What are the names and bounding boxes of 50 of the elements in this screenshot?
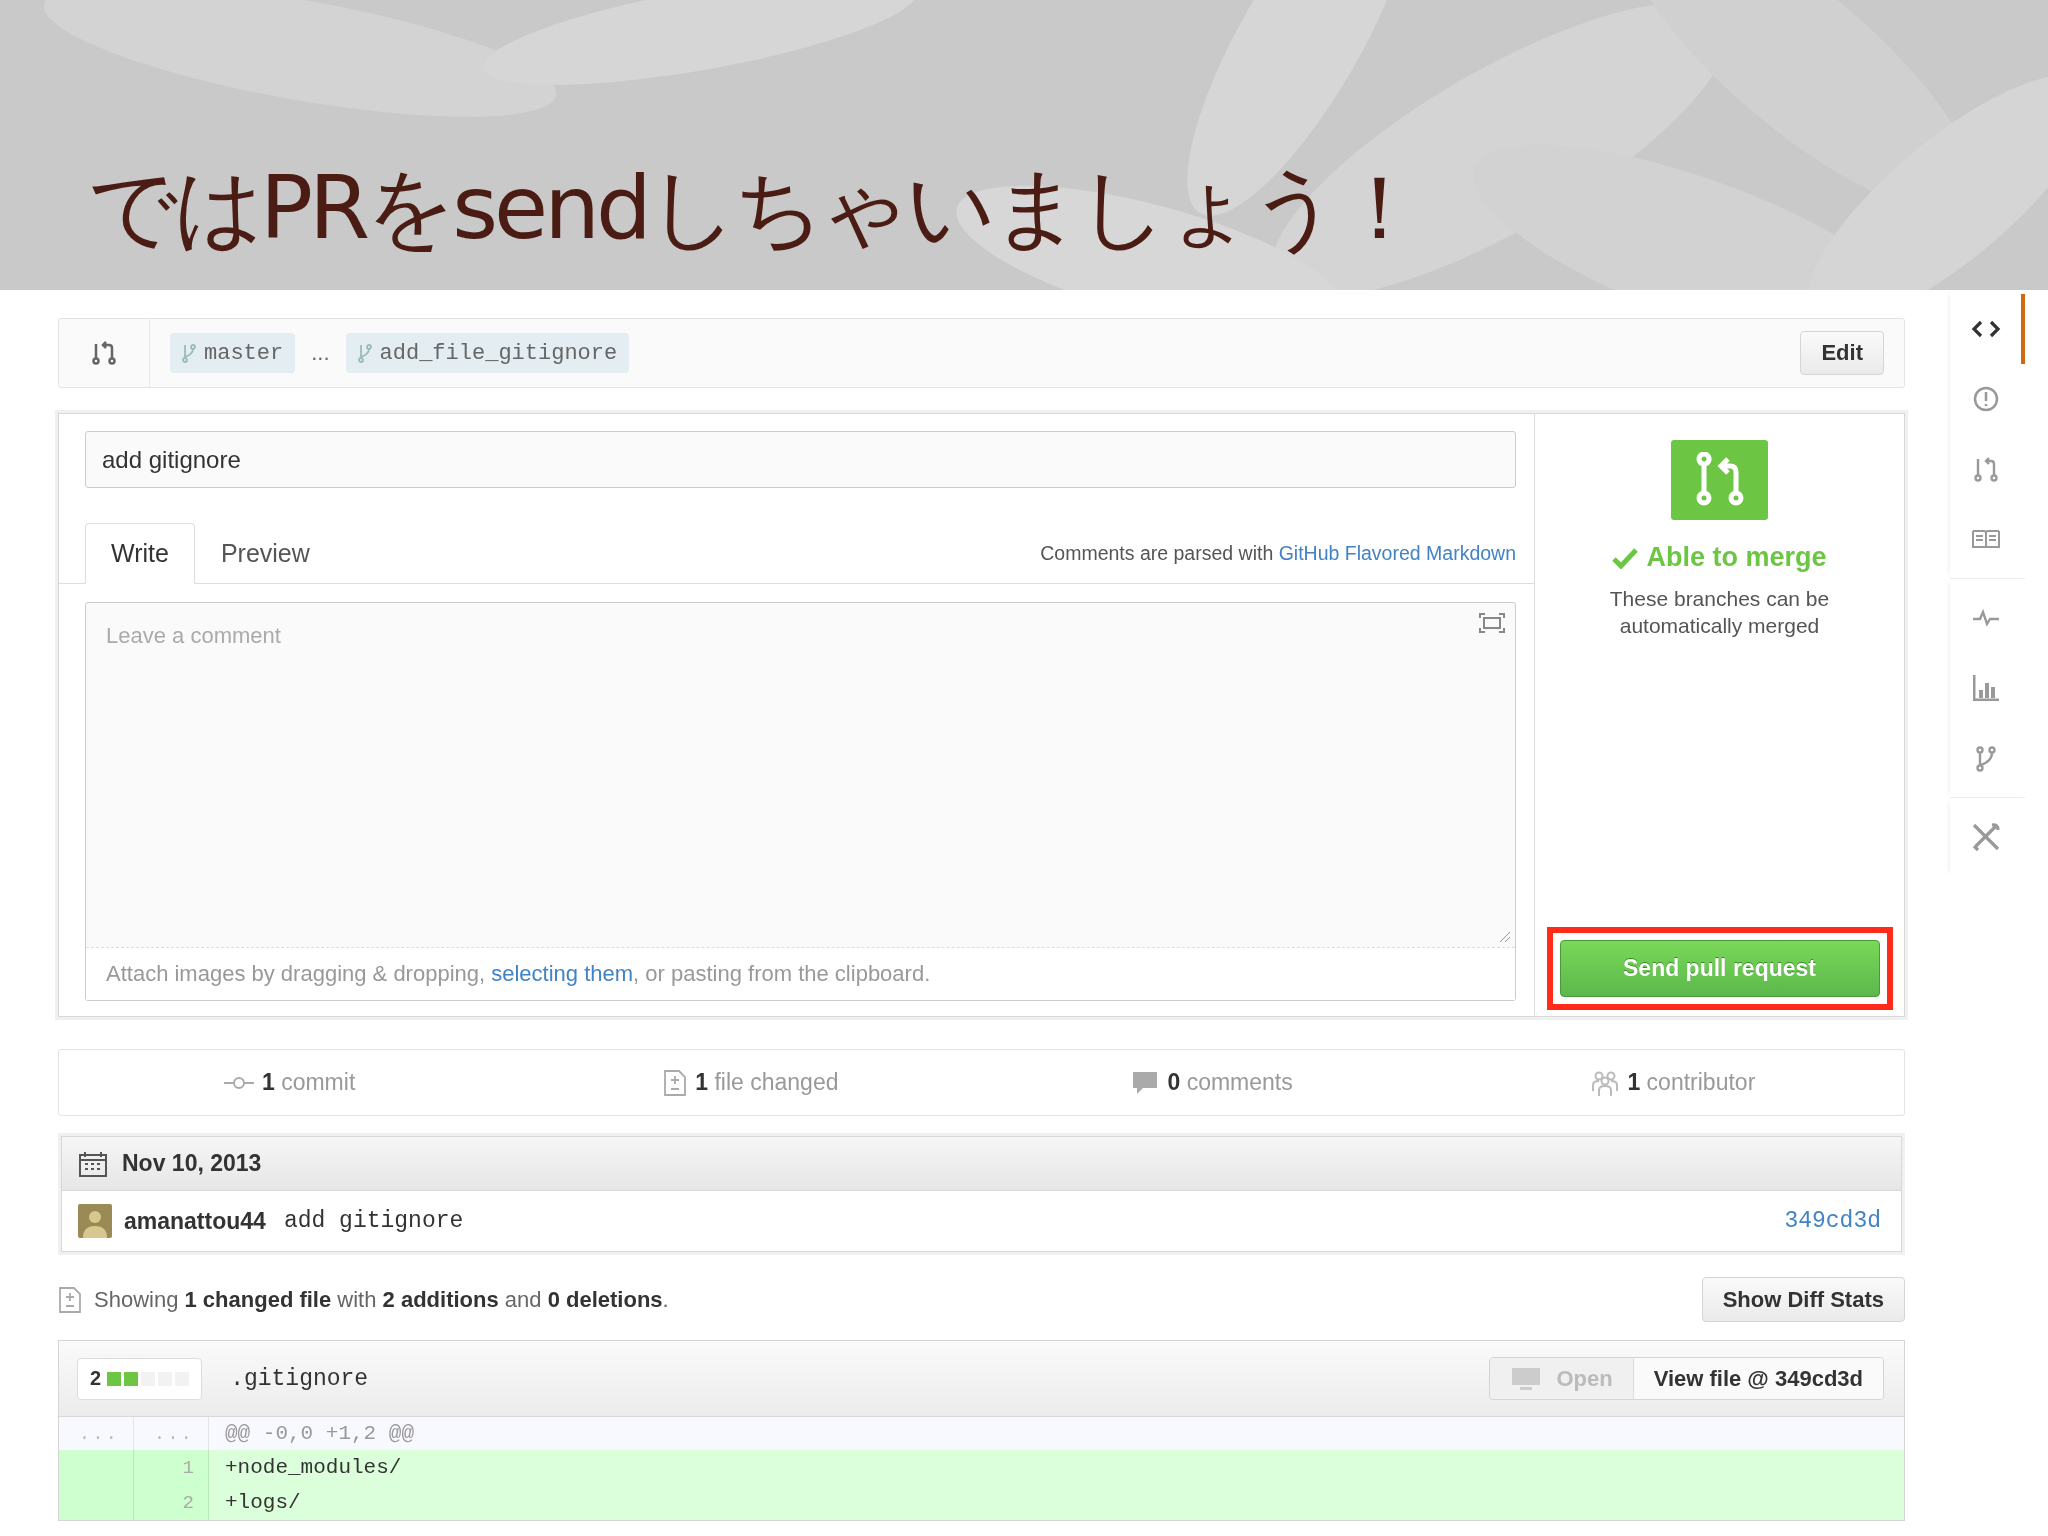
line-number: 2 bbox=[134, 1485, 209, 1520]
avatar-icon[interactable] bbox=[78, 1204, 112, 1238]
ellipsis: ... bbox=[311, 340, 330, 366]
tab[interactable]: Preview bbox=[194, 523, 336, 584]
addition-count: 2 bbox=[90, 1367, 102, 1390]
markdown-link[interactable]: GitHub Flavored Markdown bbox=[1278, 541, 1516, 564]
code-line: +logs/ bbox=[224, 1491, 301, 1514]
attach-note: Attach images by dragging & dropping, selecting them, or pasting from the clipboard. bbox=[106, 961, 931, 987]
branch-name: add_file_gitignore bbox=[379, 340, 618, 366]
select-files-link[interactable]: selecting them bbox=[491, 961, 634, 986]
stat-label[interactable]: 1 contributor bbox=[1627, 1069, 1756, 1096]
code-line: +node_modules/ bbox=[224, 1456, 402, 1479]
branch-label[interactable]: master bbox=[170, 333, 296, 373]
fullscreen-icon[interactable] bbox=[1479, 613, 1505, 633]
file-diff-icon bbox=[663, 1068, 688, 1097]
markdown-note: Comments are parsed with GitHub Flavored Markdown bbox=[1040, 541, 1516, 565]
calendar-icon bbox=[78, 1149, 108, 1178]
merge-status: Able to merge bbox=[1646, 542, 1827, 573]
commit-sha-link[interactable]: 349cd3d bbox=[1784, 1208, 1881, 1234]
resize-handle-icon[interactable] bbox=[1499, 931, 1511, 943]
merge-icon bbox=[1671, 440, 1768, 520]
branch-label[interactable]: add_file_gitignore bbox=[345, 333, 630, 373]
tab[interactable]: Write bbox=[85, 523, 195, 584]
hunk-header: @@ -0,0 +1,2 @@ bbox=[224, 1422, 415, 1445]
title-field[interactable]: add gitignore bbox=[85, 431, 1516, 488]
check-icon bbox=[1612, 546, 1639, 569]
show-diff-stats-button[interactable]: Show Diff Stats bbox=[1701, 1277, 1905, 1322]
commit-icon bbox=[223, 1075, 254, 1090]
comment-editor[interactable]: Leave a comment Attach images by dragging & dropping, selecting them, or pasting from the clipboard. bbox=[85, 602, 1516, 1001]
file-name: .gitignore bbox=[230, 1365, 369, 1392]
file-diff-icon bbox=[58, 1285, 82, 1314]
stat-label[interactable]: 1 file changed bbox=[695, 1069, 839, 1096]
pull-request-icon bbox=[91, 340, 117, 366]
edit-button[interactable]: Edit bbox=[1800, 331, 1884, 375]
slide-title: ではPRをsendしちゃいましょう！ bbox=[88, 160, 1420, 257]
speech-bubble-icon bbox=[1131, 1069, 1160, 1096]
commit-author[interactable]: amanattou44 bbox=[124, 1207, 266, 1235]
stat-label[interactable]: 1 commit bbox=[261, 1069, 356, 1096]
commit-message[interactable]: add gitignore bbox=[283, 1208, 464, 1234]
line-number: 1 bbox=[134, 1450, 209, 1485]
branch-icon bbox=[182, 343, 196, 363]
branch-name: master bbox=[204, 340, 284, 366]
monitor-icon bbox=[1510, 1366, 1543, 1391]
commit-date: Nov 10, 2013 bbox=[122, 1150, 262, 1177]
merge-description: These branches can be automatically merged bbox=[1608, 586, 1831, 640]
view-file-button[interactable]: View file @ 349cd3d bbox=[1633, 1358, 1883, 1399]
stat-label[interactable]: 0 comments bbox=[1167, 1069, 1293, 1096]
comment-field[interactable]: Leave a comment bbox=[106, 623, 1495, 927]
diff-summary: Showing 1 changed file with 2 additions and 0 deletions. bbox=[94, 1286, 669, 1313]
branch-icon bbox=[357, 343, 372, 363]
